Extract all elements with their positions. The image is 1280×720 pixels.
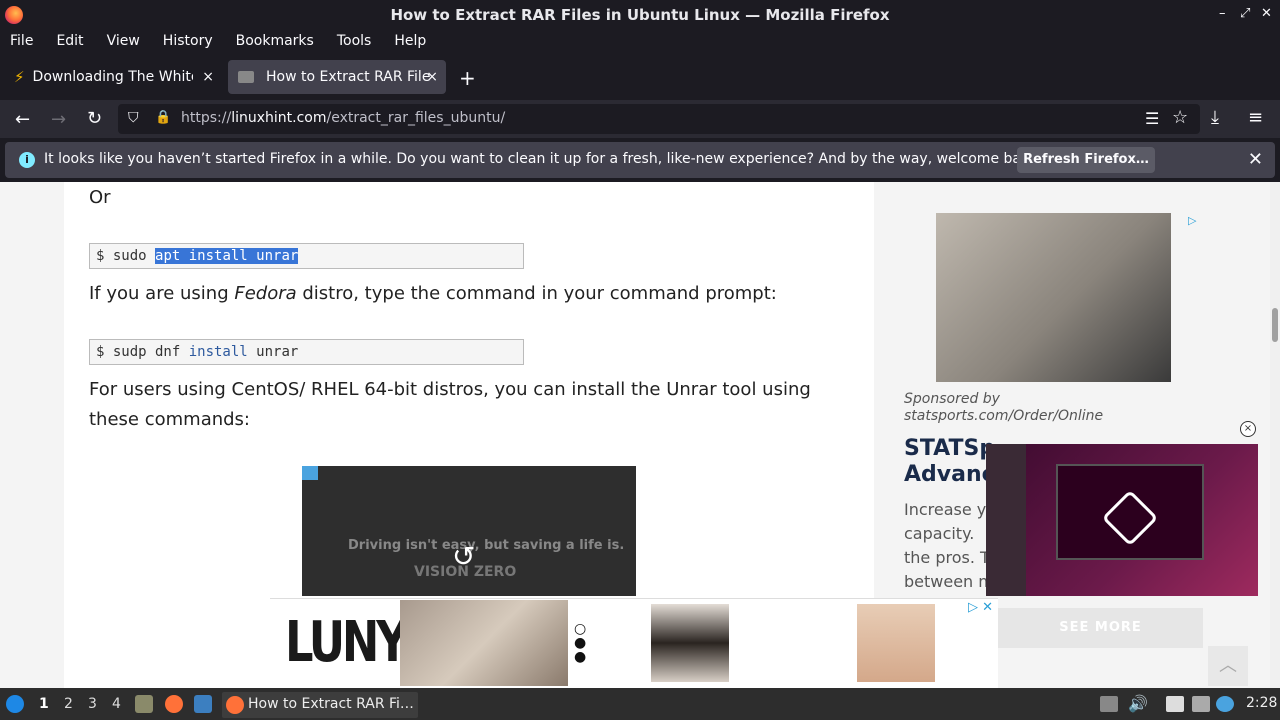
tab-downloading[interactable]: ⚡ Downloading The White … × [4, 60, 222, 94]
ad-desc-line: the pros. T [904, 548, 990, 567]
firefox-logo-icon [5, 6, 23, 24]
code-rest: unrar [247, 344, 299, 360]
reader-view-icon[interactable]: ☰ [1145, 109, 1159, 128]
code-block-apt: $ sudo apt install unrar [89, 243, 524, 269]
fedora-emphasis: Fedora [234, 283, 297, 304]
scrollbar[interactable] [1270, 182, 1280, 688]
app-menu-icon[interactable]: ≡ [1248, 107, 1263, 128]
centos-paragraph-line1: For users using CentOS/ RHEL 64-bit dist… [89, 379, 811, 400]
code-prompt: $ sudo [96, 248, 156, 264]
start-menu-icon[interactable] [6, 695, 24, 713]
scrollbar-thumb[interactable] [1272, 308, 1278, 342]
floating-video-player[interactable] [986, 444, 1258, 596]
ad-badge-icon [302, 466, 318, 480]
new-tab-button[interactable]: + [459, 66, 476, 90]
title-bar: How to Extract RAR Files in Ubuntu Linux… [0, 0, 1280, 30]
task-label: How to Extract RAR Fi… [248, 696, 414, 712]
lightning-icon: ⚡ [14, 68, 25, 86]
code-keyword: install [188, 344, 248, 360]
ad-title-line2[interactable]: Advanc [904, 461, 995, 489]
workspace-4[interactable]: 4 [112, 696, 121, 712]
ad-product-image-1[interactable] [651, 604, 729, 682]
tab-extract-rar[interactable]: How to Extract RAR Files × [228, 60, 446, 94]
code-prompt: $ sudp dnf [96, 344, 189, 360]
ad-product-image-2[interactable] [857, 604, 935, 682]
ad-desc-line: between m [904, 572, 994, 591]
refresh-firefox-button[interactable]: Refresh Firefox… [1017, 147, 1155, 173]
url-prefix: https:// [181, 110, 232, 126]
close-notification-icon[interactable]: ✕ [1248, 149, 1263, 170]
sponsor-text[interactable]: Sponsored by statsports.com/Order/Online [904, 391, 1194, 425]
menu-bookmarks[interactable]: Bookmarks [236, 33, 314, 49]
reload-button[interactable]: ↻ [87, 108, 102, 129]
code-block-dnf: $ sudp dnf install unrar [89, 339, 524, 365]
menu-edit[interactable]: Edit [56, 33, 83, 49]
file-manager-icon[interactable] [135, 695, 153, 713]
notification-bar: i It looks like you haven’t started Fire… [5, 142, 1275, 178]
display-icon[interactable] [1192, 696, 1210, 712]
ad-desc-line: Increase y [904, 500, 987, 519]
menu-bar: File Edit View History Bookmarks Tools H… [0, 30, 1280, 52]
tab-label: How to Extract RAR Files [266, 69, 430, 85]
taskbar [0, 688, 1280, 720]
shield-icon[interactable]: ⛉ [128, 110, 139, 126]
workspace-1[interactable]: 1 [39, 696, 49, 712]
carousel-dots-icon[interactable]: ○ ● ● [574, 622, 586, 664]
fedora-text-pre: If you are using [89, 283, 235, 304]
lock-icon[interactable]: 🔒 [155, 110, 171, 125]
ad-title-line1[interactable]: STATSp [904, 435, 995, 463]
scroll-to-top-button[interactable]: ︿ [1208, 646, 1248, 686]
firefox-task-icon [226, 696, 244, 714]
clipboard-icon[interactable] [1166, 696, 1184, 712]
volume-icon[interactable]: 🔊 [1128, 694, 1148, 713]
see-more-button[interactable]: SEE MORE [998, 608, 1203, 648]
clock: 2:28 [1246, 695, 1278, 711]
workspace-3[interactable]: 3 [88, 696, 97, 712]
menu-view[interactable]: View [107, 33, 140, 49]
menu-file[interactable]: File [10, 33, 33, 49]
floating-video-close-button[interactable]: × [1240, 421, 1256, 437]
url-domain: linuxhint.com [231, 110, 327, 126]
favicon-icon [238, 71, 254, 83]
tray-eject-icon[interactable] [1100, 696, 1118, 712]
or-text: Or [89, 187, 111, 208]
centos-paragraph-line2: these commands: [89, 409, 250, 430]
info-icon: i [19, 152, 35, 168]
tab-bar: ⚡ Downloading The White … × How to Extra… [0, 56, 1280, 100]
menu-help[interactable]: Help [394, 33, 426, 49]
url-text[interactable]: https://linuxhint.com/extract_rar_files_… [181, 110, 505, 126]
fedora-text-post: distro, type the command in your command… [296, 283, 777, 304]
minimize-button[interactable]: – [1219, 6, 1226, 21]
replay-icon[interactable]: ↺ [452, 540, 475, 573]
menu-tools[interactable]: Tools [337, 33, 372, 49]
ad-desc-line: capacity. [904, 524, 975, 543]
window-title: How to Extract RAR Files in Ubuntu Linux… [390, 6, 890, 24]
back-button[interactable]: ← [15, 109, 30, 130]
bookmark-star-icon[interactable]: ☆ [1172, 107, 1188, 128]
forward-button[interactable]: → [51, 109, 66, 130]
workspace-2[interactable]: 2 [64, 696, 73, 712]
fedora-paragraph: If you are using Fedora distro, type the… [89, 279, 777, 309]
video-ad[interactable]: Driving isn't easy, but saving a life is… [302, 466, 636, 596]
notification-text: It looks like you haven’t started Firefo… [44, 151, 1043, 167]
ad-model-image[interactable] [400, 600, 568, 686]
url-path: /extract_rar_files_ubuntu/ [326, 110, 506, 126]
tab-label: Downloading The White … [32, 69, 193, 85]
firefox-launcher-icon[interactable] [165, 695, 183, 713]
taskbar-window-firefox[interactable]: How to Extract RAR Fi… [222, 692, 418, 718]
terminal-launcher-icon[interactable] [194, 695, 212, 713]
menu-history[interactable]: History [163, 33, 213, 49]
tab-close-button[interactable]: × [426, 69, 438, 85]
selected-code: apt install unrar [155, 248, 299, 264]
dock-strip [986, 444, 1026, 596]
fitness-ad-image[interactable] [936, 213, 1171, 382]
video-caption: Driving isn't easy, but saving a life is… [348, 538, 625, 553]
downloads-icon[interactable]: ⤓ [1211, 107, 1219, 128]
close-window-button[interactable]: ✕ [1261, 6, 1272, 21]
tab-close-button[interactable]: × [202, 69, 214, 85]
notification-tray-icon[interactable] [1216, 696, 1234, 712]
ad-close-icon[interactable]: ▷ ✕ [968, 600, 993, 615]
restore-button[interactable]: ⤢ [1240, 6, 1250, 21]
ad-choices-icon[interactable]: ▷ [1188, 214, 1202, 228]
